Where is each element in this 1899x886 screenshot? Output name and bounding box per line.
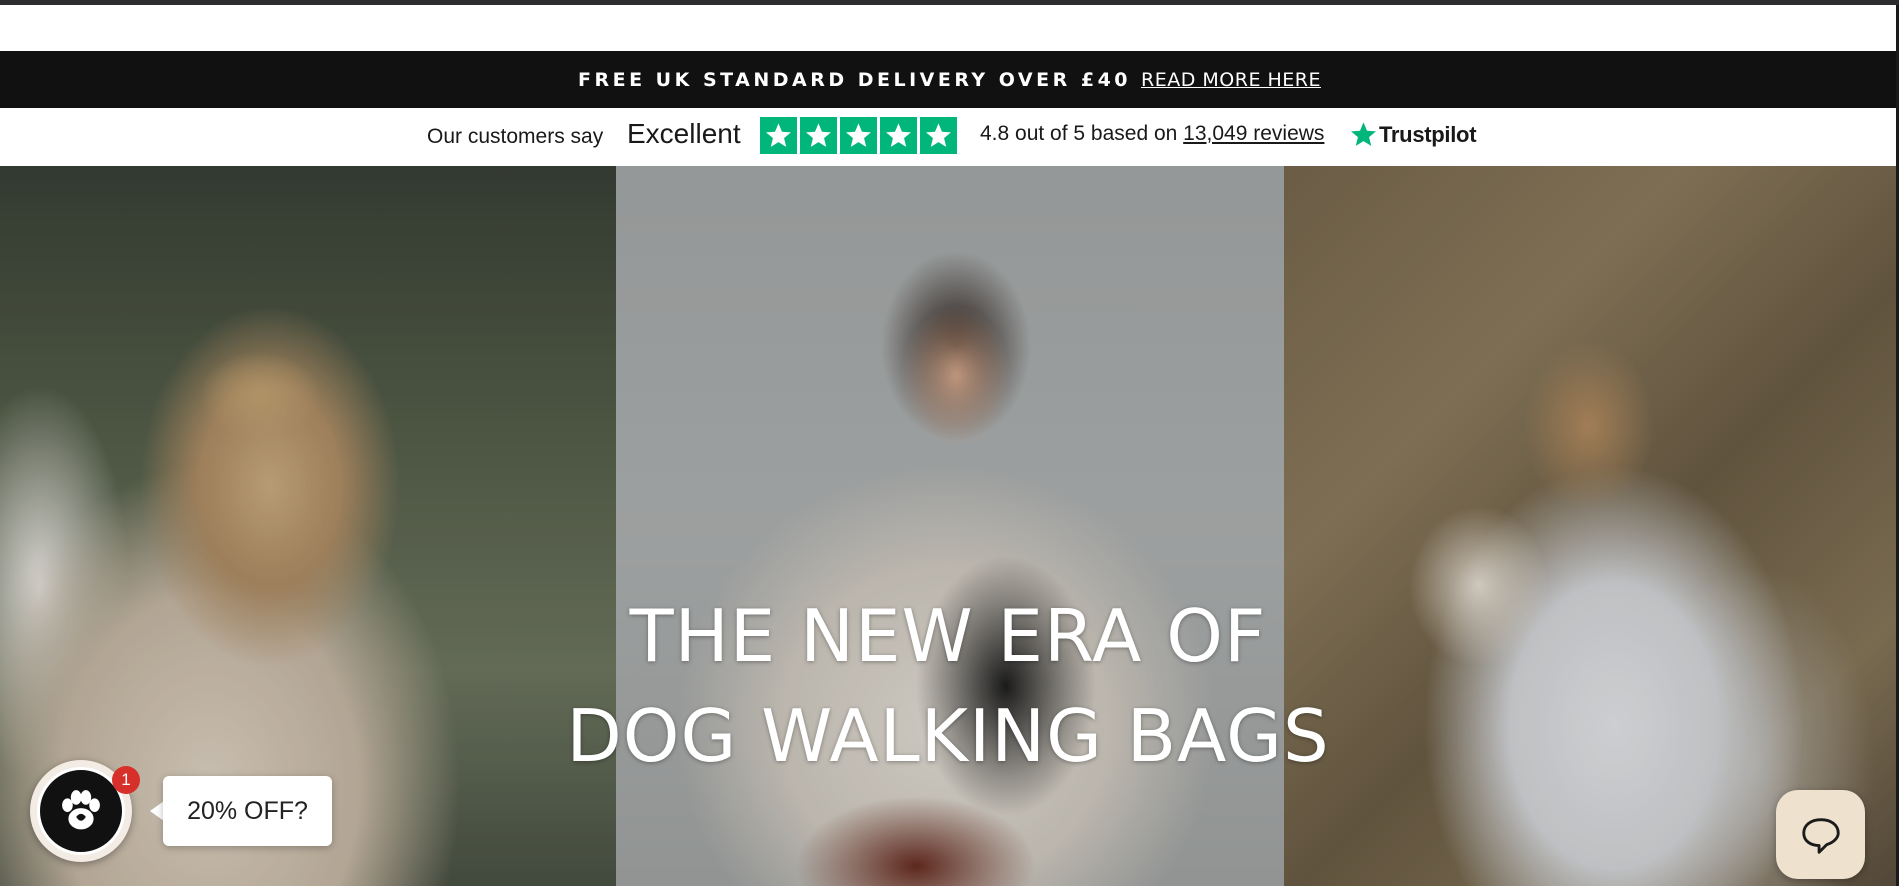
- trustpilot-star-icon: [1351, 122, 1376, 146]
- trustpilot-customers-say: Our customers say: [427, 125, 604, 148]
- promo-bar: FREE UK STANDARD DELIVERY OVER £40 READ …: [0, 51, 1899, 108]
- hero-title-line-2: DOG WALKING BAGS: [566, 694, 1330, 778]
- hero-title: THE NEW ERA OF DOG WALKING BAGS: [0, 586, 1896, 786]
- trustpilot-logo[interactable]: Trustpilot: [1349, 120, 1477, 149]
- read-more-link[interactable]: READ MORE HERE: [1141, 69, 1321, 91]
- star-icon: [920, 117, 957, 154]
- chat-button[interactable]: [1776, 790, 1865, 879]
- promo-text: FREE UK STANDARD DELIVERY OVER £40: [578, 68, 1132, 91]
- discount-bubble-tail: [150, 801, 164, 821]
- chat-bubble-icon: [1801, 817, 1840, 854]
- star-icon: [840, 117, 877, 154]
- star-icon: [760, 117, 797, 154]
- trustpilot-summary: 4.8 out of 5 based on 13,049 reviews: [980, 122, 1324, 146]
- trustpilot-bar: Our customers say Excellent 4.8 out of 5…: [0, 108, 1899, 166]
- trustpilot-stars: [760, 117, 957, 154]
- trustpilot-summary-text: 4.8 out of 5 based on: [980, 122, 1178, 145]
- discount-bubble[interactable]: 20% OFF?: [163, 776, 332, 846]
- star-icon: [800, 117, 837, 154]
- trustpilot-rating-word: Excellent: [627, 118, 741, 149]
- trustpilot-brand: Trustpilot: [1379, 121, 1477, 147]
- star-icon: [880, 117, 917, 154]
- reviews-link[interactable]: 13,049 reviews: [1183, 122, 1324, 145]
- site-header: [0, 5, 1899, 51]
- hero-title-line-1: THE NEW ERA OF: [629, 594, 1267, 678]
- notification-badge: 1: [112, 766, 140, 794]
